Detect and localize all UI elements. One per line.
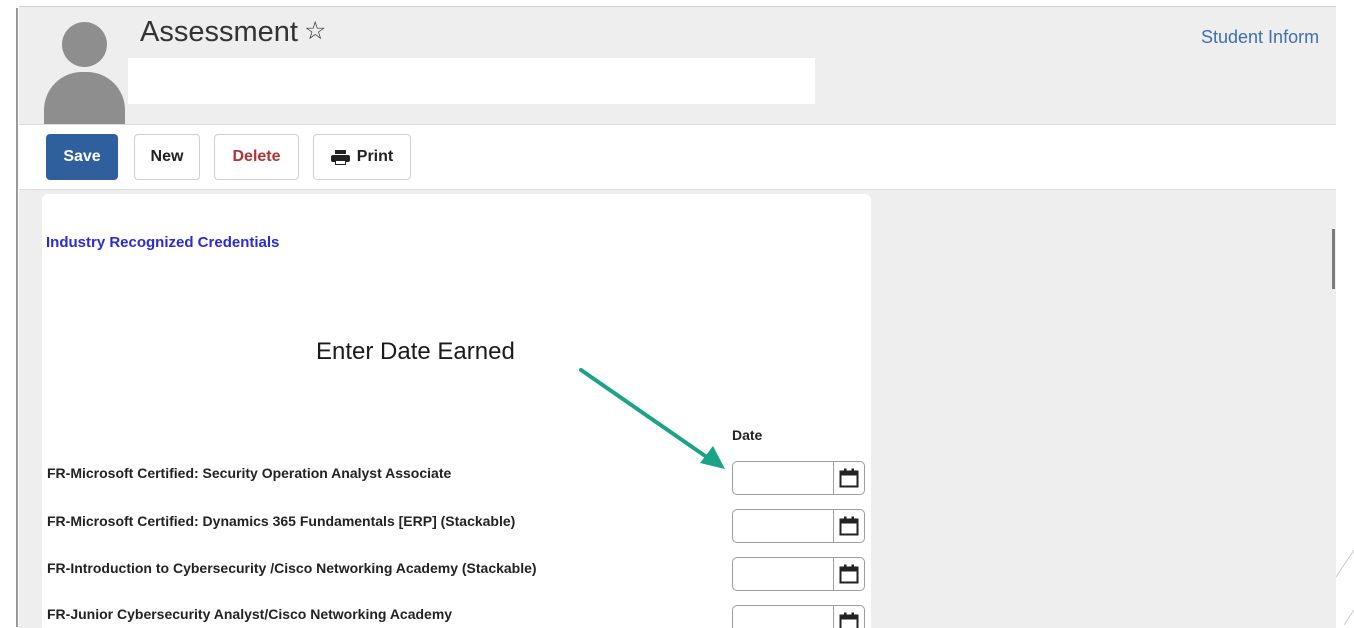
printer-icon — [331, 150, 350, 165]
calendar-icon[interactable] — [839, 516, 859, 536]
breadcrumb-student-information[interactable]: Student Inform — [1201, 27, 1319, 48]
date-earned-input-4[interactable] — [732, 605, 865, 628]
page-header: Assessment☆ Student Inform — [19, 7, 1336, 124]
credential-label-2: FR-Microsoft Certified: Dynamics 365 Fun… — [47, 513, 515, 529]
slide-corner-decoration — [1336, 0, 1354, 627]
date-field-2[interactable] — [733, 510, 833, 542]
print-button[interactable]: Print — [313, 134, 411, 180]
star-outline-icon[interactable]: ☆ — [304, 16, 326, 46]
app-frame: Assessment☆ Student Inform Save New Dele… — [19, 6, 1336, 628]
annotation-text: Enter Date Earned — [316, 338, 515, 366]
print-button-label: Print — [357, 148, 393, 166]
credential-label-1: FR-Microsoft Certified: Security Operati… — [47, 465, 451, 481]
delete-button[interactable]: Delete — [214, 134, 299, 180]
date-column-header: Date — [732, 427, 762, 443]
calendar-icon[interactable] — [839, 564, 859, 584]
credential-label-4: FR-Junior Cybersecurity Analyst/Cisco Ne… — [47, 606, 452, 622]
page-title-text: Assessment — [140, 16, 298, 48]
section-title: Industry Recognized Credentials — [46, 234, 279, 251]
calendar-icon[interactable] — [839, 468, 859, 488]
date-field-3[interactable] — [733, 558, 833, 590]
left-border — [0, 0, 19, 627]
date-earned-input-1[interactable] — [732, 461, 865, 495]
date-field-4[interactable] — [733, 606, 833, 628]
save-button[interactable]: Save — [46, 134, 118, 180]
date-earned-input-2[interactable] — [732, 509, 865, 543]
credentials-panel: Industry Recognized Credentials Enter Da… — [42, 194, 871, 628]
page-title: Assessment☆ — [140, 16, 326, 49]
scrollbar[interactable] — [1332, 229, 1335, 289]
credential-label-3: FR-Introduction to Cybersecurity /Cisco … — [47, 560, 537, 576]
annotation-arrow-icon — [577, 362, 727, 472]
avatar-head — [62, 22, 107, 67]
student-info-bar — [128, 58, 815, 104]
date-earned-input-3[interactable] — [732, 557, 865, 591]
date-field-1[interactable] — [733, 462, 833, 494]
new-button[interactable]: New — [134, 134, 200, 180]
avatar — [44, 18, 125, 124]
calendar-icon[interactable] — [839, 612, 859, 628]
avatar-body — [44, 72, 125, 124]
action-toolbar: Save New Delete Print — [19, 124, 1336, 190]
